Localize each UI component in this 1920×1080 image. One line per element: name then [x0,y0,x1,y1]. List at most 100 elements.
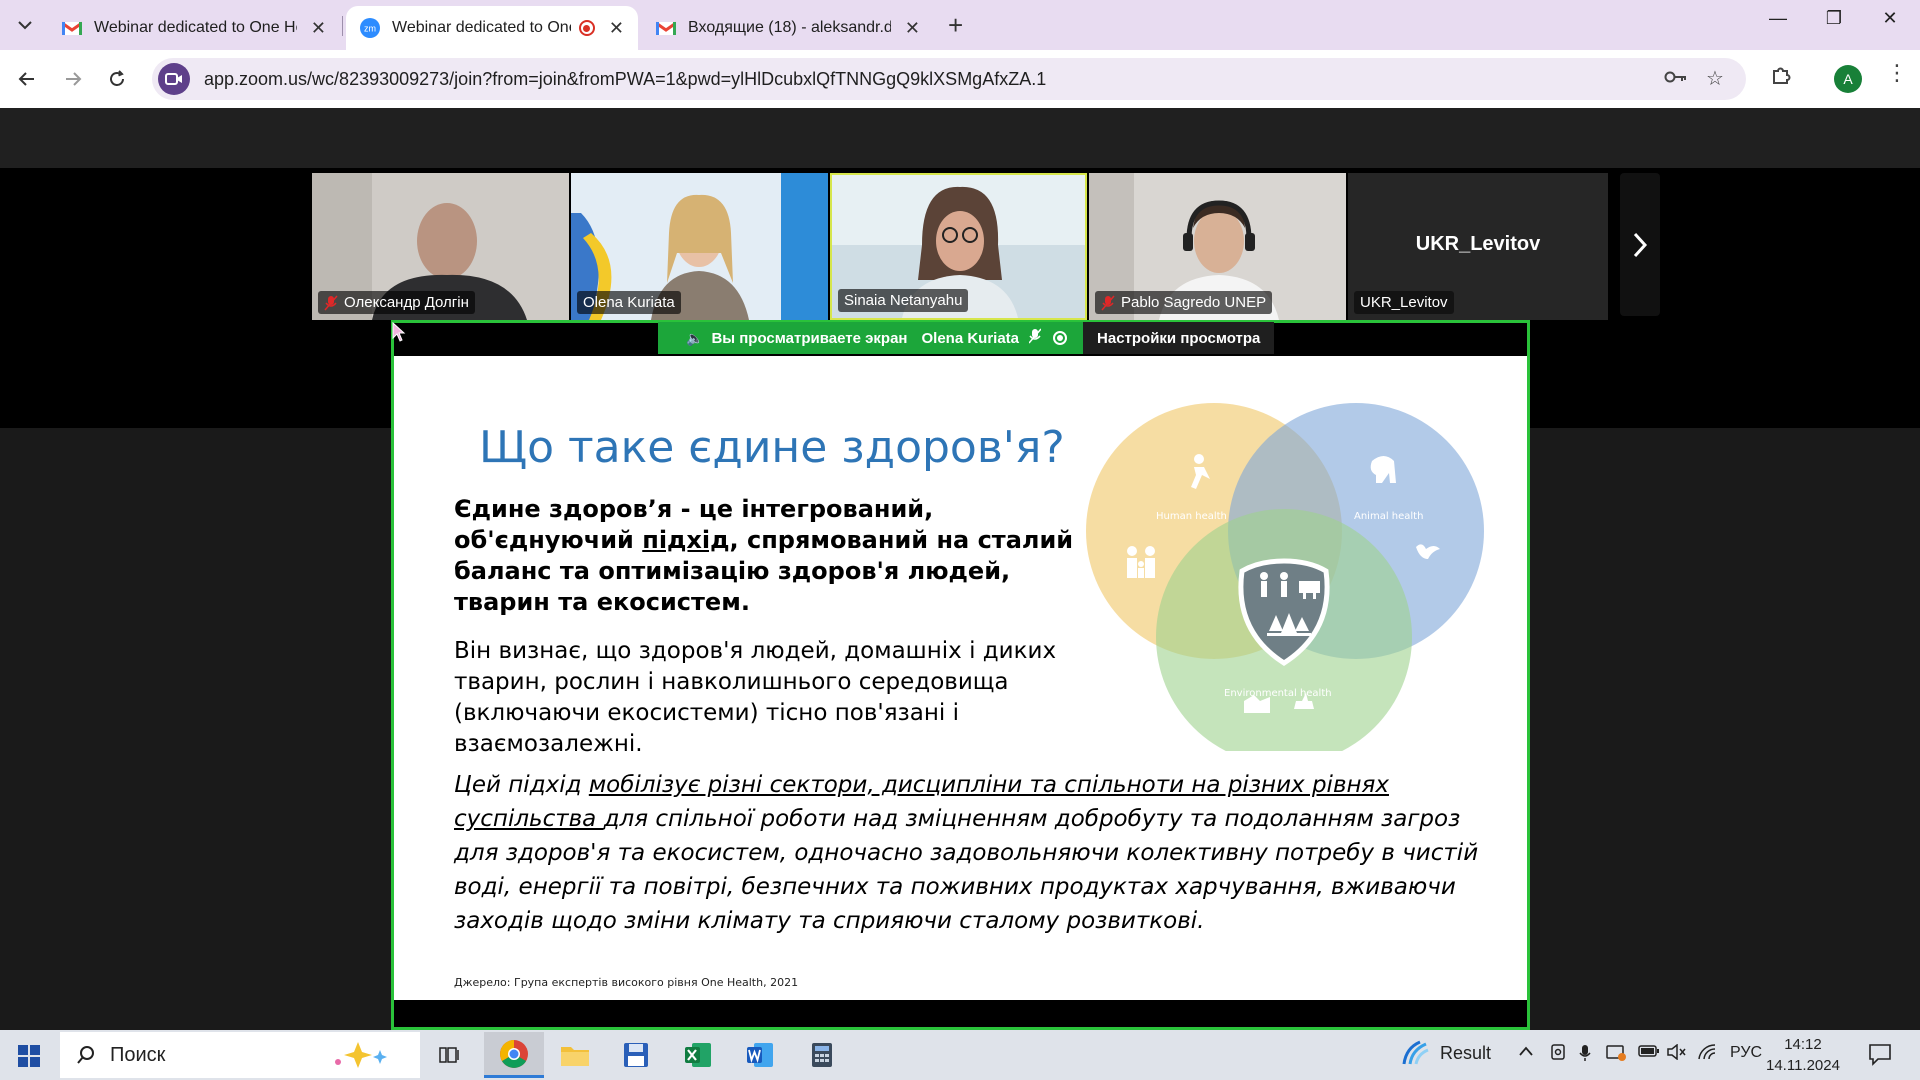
close-icon[interactable]: ✕ [311,18,326,39]
participant-name-tag: Pablo Sagredo UNEP [1095,291,1273,314]
restore-button[interactable]: ❐ [1814,8,1854,29]
venn-label-animal: Animal health [1354,511,1423,522]
taskbar-word[interactable] [732,1032,788,1078]
screen-share-tray-icon[interactable] [1606,1044,1626,1067]
bookmark-star-icon[interactable]: ☆ [1706,66,1724,91]
tab-title: Webinar dedicated to One H [392,19,571,36]
recording-icon [578,20,595,36]
participant-display-name: UKR_Levitov [1415,233,1541,255]
venn-label-environment: Environmental health [1224,688,1332,699]
search-icon [77,1046,94,1064]
shared-screen: 🔈 Вы просматриваете экран Olena Kuriata … [391,320,1530,1030]
calculator-icon [812,1043,832,1067]
clock-time: 14:12 [1784,1036,1822,1053]
windows-taskbar: Поиск Result РУС 14:12 14.11.2024 [0,1030,1920,1080]
participant-name-tag: Олександр Долгін [318,291,475,314]
tab-inbox-gmail[interactable]: Входящие (18) - aleksandr.ds8 ✕ [642,6,934,50]
muted-mic-icon [324,295,338,311]
new-tab-button[interactable]: + [948,10,963,41]
site-info-icon[interactable] [158,63,190,95]
muted-mic-icon [1101,295,1115,311]
one-health-venn-diagram: Human health Animal health Environmental… [1086,403,1484,751]
taskbar-excel[interactable] [670,1032,726,1078]
input-language-indicator[interactable]: РУС [1730,1044,1762,1062]
taskbar-file-explorer[interactable] [547,1032,603,1078]
participant-name-tag: Olena Kuriata [577,291,681,314]
search-label: Поиск [110,1043,166,1066]
arrow-right-icon [66,72,82,86]
reload-icon [110,70,124,86]
clock-date: 14.11.2024 [1766,1057,1840,1074]
speaker-icon: 🔈 [686,329,704,346]
slide-source: Джерело: Група експертів високого рівня … [454,976,799,989]
next-participants-button[interactable] [1620,173,1660,316]
participant-tile-olena[interactable]: Olena Kuriata [571,173,828,320]
gmail-icon [62,18,82,38]
slide-paragraph: Він визнає, що здоров'я людей, домашніх … [454,638,1057,757]
chevron-right-icon [1633,232,1648,257]
weather-widget[interactable]: Result [1400,1040,1491,1066]
forward-button[interactable] [56,62,90,96]
taskbar-calculator[interactable] [794,1032,850,1078]
weather-label: Result [1440,1042,1492,1063]
tab-search-button[interactable] [10,10,40,40]
back-button[interactable] [10,62,44,96]
venn-label-human: Human health [1156,511,1227,522]
password-key-icon[interactable] [1664,68,1688,91]
task-view-button[interactable] [422,1032,478,1078]
taskbar-search[interactable]: Поиск [60,1032,420,1078]
copilot-sparkle-icon [335,1042,387,1068]
taskbar-chrome[interactable] [484,1032,544,1078]
chrome-icon [500,1039,528,1068]
participant-tile-sinaia[interactable]: Sinaia Netanyahu [830,173,1087,320]
url-text: app.zoom.us/wc/82393009273/join?from=joi… [204,68,1047,89]
zoom-icon: zm [360,18,380,38]
tray-overflow-chevron-icon[interactable] [1518,1044,1534,1062]
taskbar-clock[interactable]: 14:12 14.11.2024 [1766,1034,1840,1076]
slide-definition: Єдине здоров’я - це інтегрований, об'єдн… [454,495,1074,616]
mouse-cursor-icon [392,322,406,342]
gmail-icon [656,18,676,38]
view-options-button[interactable]: Настройки просмотра [1083,322,1275,354]
viewing-screen-indicator: 🔈 Вы просматриваете экран Olena Kuriata [658,322,1084,354]
participant-tile-ukr-levitov[interactable]: UKR_Levitov UKR_Levitov [1348,173,1608,320]
record-indicator-icon [1053,331,1068,345]
microphone-tray-icon[interactable] [1578,1044,1592,1067]
extensions-icon[interactable] [1770,64,1792,92]
windows-start-icon[interactable] [18,1045,40,1067]
browser-toolbar: app.zoom.us/wc/82393009273/join?from=joi… [0,50,1920,108]
word-icon [747,1043,773,1067]
camera-tray-icon[interactable] [1550,1044,1566,1067]
wifi-tray-icon[interactable] [1698,1044,1716,1065]
profile-avatar[interactable]: A [1834,65,1862,93]
close-icon[interactable]: ✕ [905,18,920,39]
browser-menu-icon[interactable]: ⋮ [1886,60,1908,86]
notification-center-icon[interactable] [1868,1042,1892,1066]
tab-webinar-zoom[interactable]: zm Webinar dedicated to One H ✕ [346,6,638,50]
zoom-top-bar [0,108,1920,168]
close-window-button[interactable]: ✕ [1870,8,1910,29]
close-icon[interactable]: ✕ [609,18,624,39]
excel-icon [685,1043,711,1067]
participant-tile-oleksandr[interactable]: Олександр Долгін [312,173,569,320]
screen-share-banner: 🔈 Вы просматриваете экран Olena Kuriata … [658,322,1275,354]
tab-webinar-gmail[interactable]: Webinar dedicated to One Heal ✕ [48,6,340,50]
slide-title: Що таке єдине здоров'я? [479,422,1065,473]
floppy-disk-icon [624,1043,648,1067]
taskbar-save-app[interactable] [608,1032,664,1078]
battery-tray-icon[interactable] [1638,1044,1660,1063]
tab-title: Webinar dedicated to One Heal [94,19,297,36]
participant-name-tag: Sinaia Netanyahu [838,289,969,312]
tab-title: Входящие (18) - aleksandr.ds8 [688,19,891,36]
svg-text:zm: zm [364,24,376,34]
participant-tile-pablo[interactable]: Pablo Sagredo UNEP [1089,173,1346,320]
chevron-down-icon [18,21,32,30]
presenter-mic-icon [1028,328,1042,348]
minimize-button[interactable]: — [1758,8,1798,29]
address-bar[interactable]: app.zoom.us/wc/82393009273/join?from=joi… [152,58,1746,100]
reload-button[interactable] [100,62,134,96]
volume-muted-tray-icon[interactable] [1666,1043,1686,1065]
tab-divider [342,16,343,36]
task-view-icon [439,1047,459,1063]
weather-logo-icon [1402,1040,1429,1065]
